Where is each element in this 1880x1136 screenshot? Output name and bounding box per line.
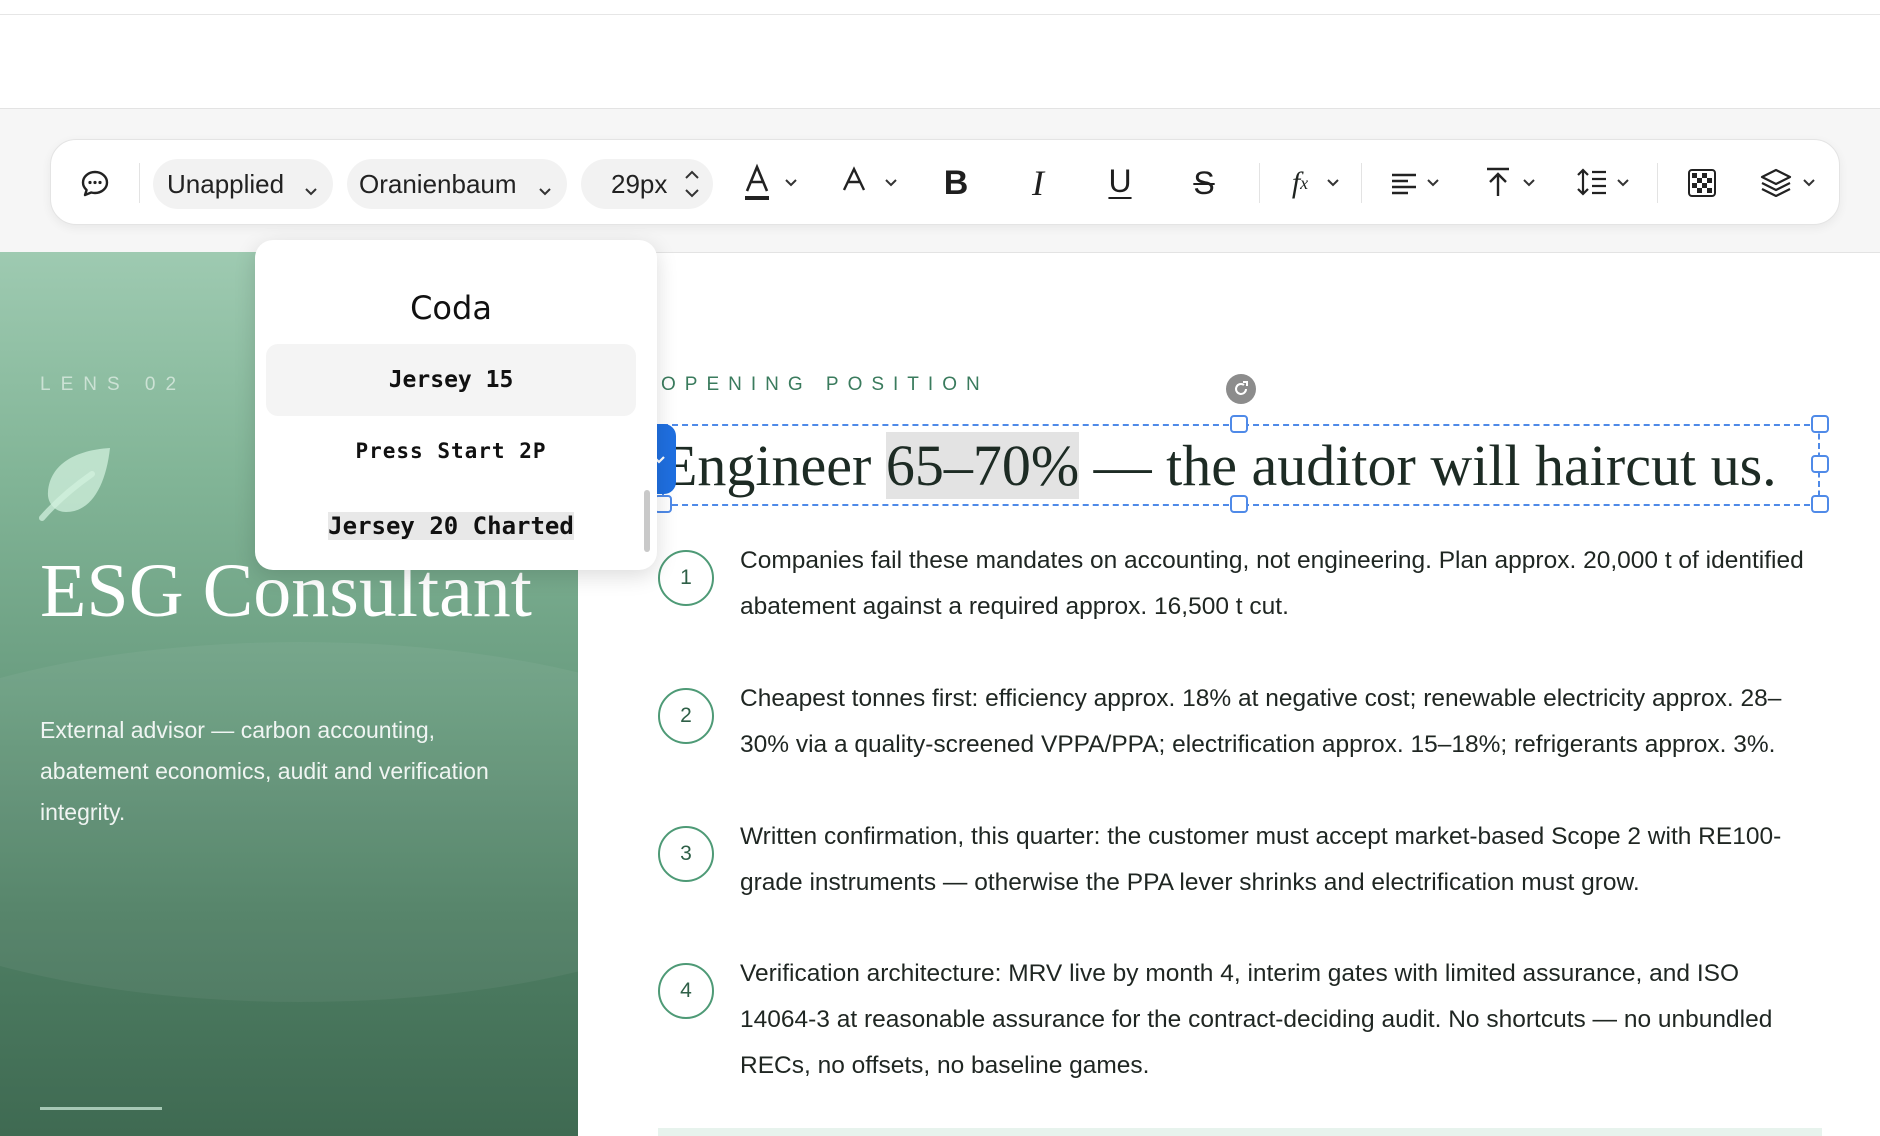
align-left-icon[interactable] (1387, 166, 1421, 200)
hero-description: External advisor — carbon accounting, ab… (40, 717, 489, 825)
resize-handle-top-right[interactable] (1811, 415, 1829, 433)
resize-handle-bottom-right[interactable] (1811, 495, 1829, 513)
underline-icon[interactable]: U (1095, 156, 1145, 206)
style-select-label: Unapplied (167, 168, 285, 199)
bottom-callout-bar (658, 1128, 1822, 1136)
font-select[interactable]: Oranienbaum (347, 159, 567, 209)
font-option[interactable]: Jersey 20 Charted (266, 490, 636, 562)
point-text[interactable]: Cheapest tonnes first: efficiency approx… (740, 676, 1820, 768)
point-number: 3 (658, 826, 714, 882)
text-size-icon[interactable] (837, 160, 871, 200)
font-size-value: 29px (611, 168, 668, 199)
headline-suffix: — the auditor will haircut us. (1079, 432, 1777, 498)
style-select[interactable]: Unapplied (153, 159, 333, 209)
checkerboard-icon[interactable] (1685, 166, 1719, 200)
font-select-label: Oranienbaum (359, 168, 517, 199)
italic-icon[interactable]: I (1013, 158, 1063, 208)
point-text[interactable]: Verification architecture: MRV live by m… (740, 951, 1820, 1089)
text-color-icon[interactable] (737, 158, 777, 208)
point-number: 2 (658, 688, 714, 744)
rotate-handle-icon[interactable] (1226, 374, 1256, 404)
section-kicker: OPENING POSITION (661, 374, 989, 395)
headline-prefix: Engineer (662, 432, 886, 498)
point-text[interactable]: Companies fail these mandates on account… (740, 538, 1820, 630)
leaf-icon (36, 444, 116, 524)
resize-handle-top[interactable] (1230, 415, 1248, 433)
hero-accent-rule (40, 1107, 162, 1110)
top-divider (0, 14, 1880, 15)
lens-label: LENS 02 (40, 374, 187, 395)
point-text[interactable]: Written confirmation, this quarter: the … (740, 814, 1820, 906)
dropdown-scrollbar[interactable] (644, 490, 650, 552)
headline[interactable]: Engineer 65–70% — the auditor will hairc… (662, 424, 1777, 506)
bold-icon[interactable]: B (931, 158, 981, 208)
chevron-down-icon[interactable] (779, 170, 803, 194)
font-option-label: Jersey 20 Charted (328, 512, 574, 540)
font-dropdown[interactable]: Coda Jersey 15 Press Start 2P Jersey 20 … (255, 240, 657, 570)
vertical-align-top-icon[interactable] (1481, 164, 1515, 200)
comment-icon[interactable] (71, 160, 119, 208)
headline-selected-text: 65–70% (885, 431, 1080, 499)
line-height-icon[interactable] (1575, 164, 1609, 200)
layers-icon[interactable] (1757, 164, 1795, 200)
font-option[interactable]: Coda (266, 272, 636, 344)
chevron-down-icon[interactable] (1421, 170, 1445, 194)
chevron-down-icon[interactable] (879, 170, 903, 194)
toolbar-separator (1657, 163, 1658, 203)
font-size-stepper[interactable]: 29px (581, 159, 713, 209)
resize-handle-bottom[interactable] (1230, 495, 1248, 513)
stepper-arrows-icon[interactable] (683, 165, 701, 210)
toolbar-separator (1259, 163, 1260, 203)
resize-handle-right[interactable] (1811, 455, 1829, 473)
font-option-highlighted[interactable]: Jersey 15 (266, 344, 636, 416)
chevron-down-icon[interactable] (1611, 170, 1635, 194)
chevron-down-icon[interactable] (1321, 170, 1345, 194)
format-toolbar: Unapplied Oranienbaum 29px B I U S fx (50, 139, 1840, 225)
chevron-down-icon[interactable] (1797, 170, 1821, 194)
toolbar-separator (1361, 163, 1362, 203)
chevron-down-icon (537, 175, 553, 206)
formula-icon[interactable]: fx (1275, 160, 1325, 206)
chevron-down-icon[interactable] (1517, 170, 1541, 194)
toolbar-separator (139, 163, 140, 203)
point-number: 4 (658, 963, 714, 1019)
font-option[interactable]: Press Start 2P (266, 415, 636, 487)
chevron-down-icon (303, 175, 319, 206)
strikethrough-icon[interactable]: S (1179, 158, 1229, 208)
point-number: 1 (658, 550, 714, 606)
